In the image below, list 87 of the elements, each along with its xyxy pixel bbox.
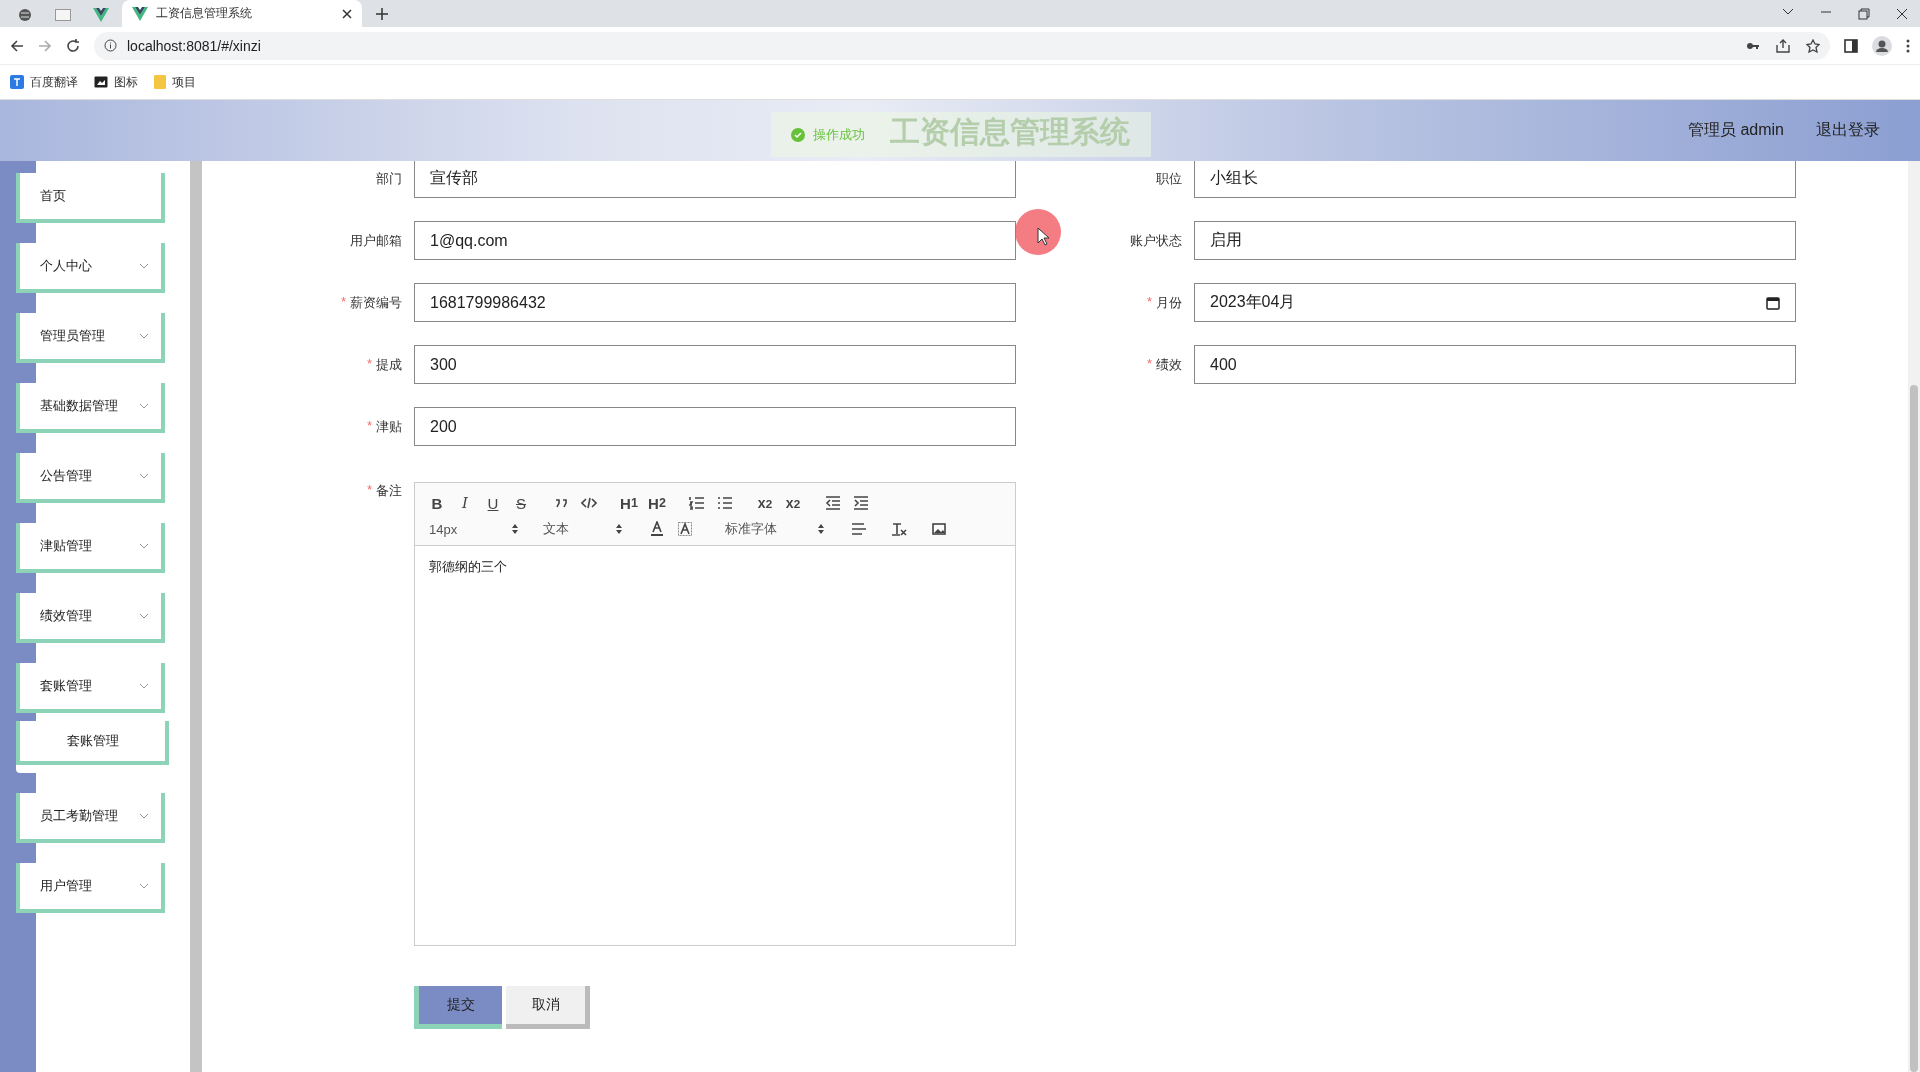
input-field[interactable]: 200: [414, 407, 1016, 446]
sidebar-item[interactable]: 个人中心: [16, 243, 165, 293]
sidebar-item[interactable]: 员工考勤管理: [16, 793, 165, 843]
chevron-down-icon: [139, 543, 149, 549]
new-tab-icon[interactable]: [376, 7, 388, 20]
block-select[interactable]: 文本: [527, 520, 631, 538]
reload-icon[interactable]: [66, 38, 80, 53]
scrollbar-thumb[interactable]: [1910, 385, 1918, 1072]
calendar-icon[interactable]: [1766, 295, 1780, 310]
input-field[interactable]: 1681799986432: [414, 283, 1016, 322]
cursor-icon: [1014, 208, 1062, 256]
field-label: 部门: [375, 169, 402, 188]
chevron-down-icon: [139, 613, 149, 619]
bookmark[interactable]: 项目: [154, 73, 196, 91]
sidebar-item[interactable]: 用户管理: [16, 863, 165, 913]
chevron-down-icon: [139, 473, 149, 479]
toast-message: 操作成功: [813, 125, 865, 144]
chevron-down-icon[interactable]: [1782, 7, 1794, 16]
strike-button[interactable]: S: [507, 493, 535, 513]
globe-icon: [18, 8, 32, 22]
chevron-down-icon: [139, 813, 149, 819]
field-label: 账户状态: [1129, 231, 1182, 250]
field-label: * 绩效: [1145, 355, 1182, 374]
sidebar-item[interactable]: 公告管理: [16, 453, 165, 503]
sidebar-item[interactable]: 基础数据管理: [16, 383, 165, 433]
input-field[interactable]: 宣传部: [414, 159, 1016, 198]
sidebar-subitem[interactable]: 套账管理: [16, 721, 169, 765]
italic-button[interactable]: I: [451, 493, 479, 513]
share-icon[interactable]: [1776, 38, 1790, 53]
select-arrows-icon: [817, 523, 825, 535]
close-icon[interactable]: [342, 8, 352, 19]
menu-icon[interactable]: [1906, 38, 1910, 53]
chevron-down-icon: [139, 263, 149, 269]
field-label: * 月份: [1145, 293, 1182, 312]
user-label: 管理员 admin: [1687, 120, 1784, 140]
back-icon[interactable]: [10, 38, 24, 53]
info-icon: [104, 39, 117, 52]
star-icon[interactable]: [1806, 38, 1820, 53]
date-field[interactable]: 2023年04月: [1194, 283, 1796, 322]
select-arrows-icon: [511, 523, 519, 535]
url-text: localhost:8081/#/xinzi: [127, 37, 261, 54]
field-label: 职位: [1155, 169, 1182, 188]
submit-button[interactable]: 提交: [414, 986, 502, 1029]
chevron-down-icon: [139, 683, 149, 689]
field-label: 用户邮箱: [349, 231, 402, 250]
side-panel-icon[interactable]: [1844, 38, 1858, 53]
input-field[interactable]: 300: [414, 345, 1016, 384]
underline-button[interactable]: U: [479, 493, 507, 513]
bookmark[interactable]: 图标: [94, 73, 138, 91]
sidebar-item[interactable]: 津贴管理: [16, 523, 165, 573]
app-title: 工资信息管理系统: [890, 114, 1130, 150]
chevron-down-icon: [139, 403, 149, 409]
font-family-select[interactable]: 标准字体: [699, 520, 833, 538]
address-bar[interactable]: localhost:8081/#/xinzi: [94, 31, 1830, 60]
profile-icon[interactable]: [1872, 35, 1892, 56]
input-field[interactable]: 小组长: [1194, 159, 1796, 198]
folder-icon: [154, 75, 166, 89]
chevron-down-icon: [139, 333, 149, 339]
sidebar-item[interactable]: 管理员管理: [16, 313, 165, 363]
chevron-down-icon: [139, 883, 149, 889]
sidebar-item[interactable]: 绩效管理: [16, 593, 165, 643]
editor-text: 郭德纲的三个: [428, 558, 508, 576]
vue-logo-icon: [132, 6, 148, 21]
vue-logo-icon: [93, 8, 109, 22]
select-arrows-icon: [615, 523, 623, 535]
page-icon: [55, 9, 71, 21]
scrollbar[interactable]: [190, 161, 202, 1072]
bookmark[interactable]: 百度翻译: [10, 73, 78, 91]
check-circle-icon: [791, 127, 805, 142]
field-label: * 薪资编号: [339, 293, 402, 312]
image-icon: [94, 76, 108, 88]
input-field[interactable]: 400: [1194, 345, 1796, 384]
bold-button[interactable]: B: [423, 493, 451, 513]
logout-link[interactable]: 退出登录: [1816, 120, 1880, 141]
input-field[interactable]: 1@qq.com: [414, 221, 1016, 260]
sidebar-item[interactable]: 首页: [16, 173, 165, 223]
translate-icon: [10, 75, 24, 89]
field-label: * 备注: [365, 482, 402, 500]
cancel-button[interactable]: 取消: [506, 986, 590, 1029]
browser-tab[interactable]: 工资信息管理系统: [122, 0, 362, 27]
restore-icon[interactable]: [1858, 7, 1870, 20]
field-label: * 提成: [365, 355, 402, 374]
field-label: * 津贴: [365, 417, 402, 436]
sidebar-item[interactable]: 套账管理: [16, 663, 165, 713]
input-field[interactable]: 启用: [1194, 221, 1796, 260]
font-size-select[interactable]: 14px: [423, 521, 527, 537]
close-icon[interactable]: [1896, 7, 1908, 20]
